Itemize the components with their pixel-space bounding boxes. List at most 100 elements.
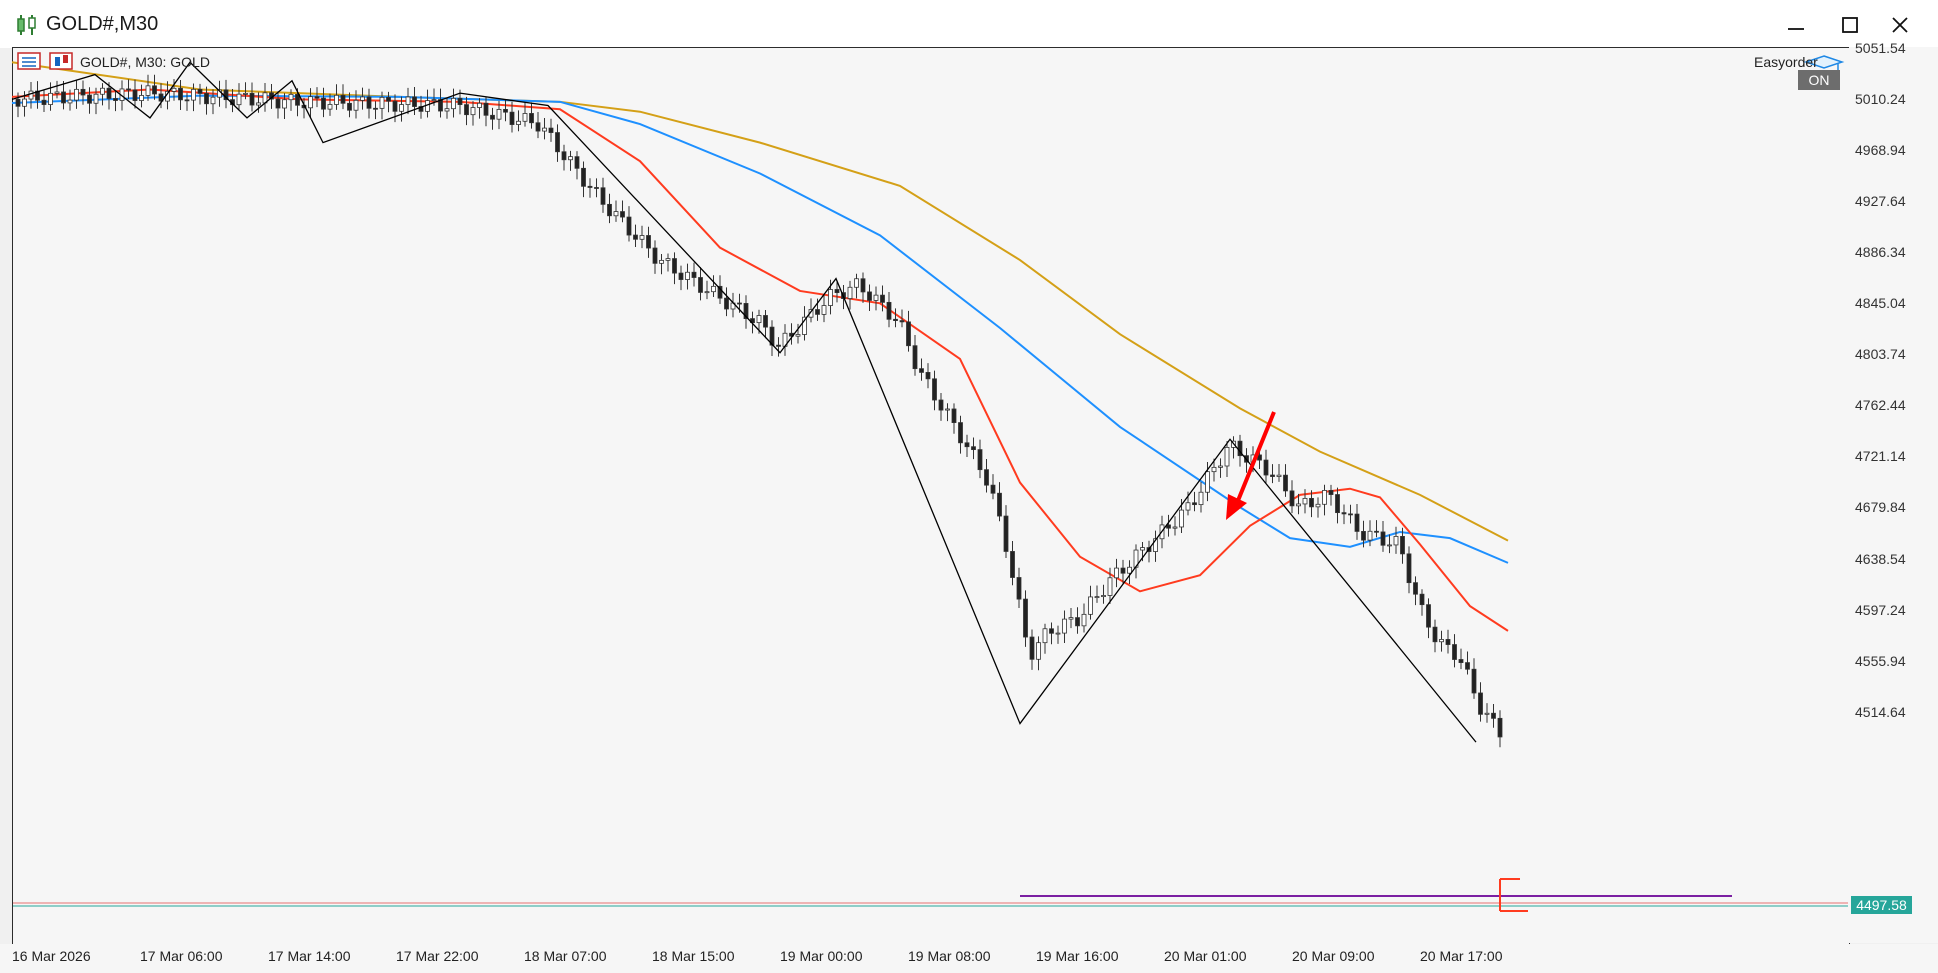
- price-label: 4514.64: [1855, 703, 1906, 720]
- price-label: 4886.34: [1855, 244, 1906, 261]
- candle: [1426, 598, 1431, 639]
- candle: [574, 151, 580, 180]
- time-label: 19 Mar 08:00: [908, 948, 991, 964]
- time-label: 20 Mar 01:00: [1164, 948, 1247, 964]
- candle: [743, 295, 749, 329]
- candle: [1335, 487, 1340, 524]
- candle: [1484, 703, 1490, 723]
- candle: [425, 89, 430, 118]
- candle: [1088, 585, 1093, 620]
- candle: [535, 112, 541, 139]
- candle: [1341, 504, 1347, 525]
- zigzag-line: [11, 61, 1477, 743]
- candle: [724, 287, 729, 317]
- candle: [321, 87, 326, 118]
- candle: [561, 144, 567, 171]
- candle: [906, 310, 911, 352]
- candle: [204, 86, 209, 115]
- candle: [919, 358, 924, 381]
- candle: [1003, 505, 1009, 558]
- candle: [152, 74, 157, 100]
- price-label: 5010.24: [1855, 91, 1906, 108]
- candle: [54, 80, 60, 99]
- candle: [789, 323, 794, 345]
- candle: [685, 263, 690, 290]
- candle: [1270, 464, 1275, 484]
- candle: [360, 87, 365, 110]
- mid-ma-line: [11, 94, 1509, 564]
- zigzag: [11, 61, 1477, 743]
- candle: [698, 267, 703, 301]
- candle: [1465, 651, 1470, 675]
- candle: [997, 482, 1002, 522]
- candle: [1458, 648, 1464, 670]
- symbol-label: GOLD#, M30: GOLD: [80, 54, 210, 70]
- candle: [990, 474, 996, 500]
- candle: [555, 124, 560, 162]
- candle: [971, 437, 976, 460]
- price-label: 4927.64: [1855, 193, 1906, 210]
- ea-toggle-button[interactable]: ON: [1798, 70, 1840, 90]
- candle: [1276, 464, 1282, 482]
- candle: [1016, 567, 1022, 609]
- candle: [1289, 480, 1295, 514]
- candle: [1218, 458, 1223, 478]
- candle: [912, 334, 918, 376]
- candle: [1029, 629, 1035, 670]
- candle: [659, 253, 664, 275]
- price-label: 4679.84: [1855, 499, 1906, 516]
- candle: [405, 87, 411, 115]
- candle: [223, 79, 229, 109]
- candle: [35, 81, 40, 109]
- candle: [938, 393, 944, 421]
- price-label: 4845.04: [1855, 295, 1906, 312]
- candle: [113, 91, 118, 112]
- candle: [1387, 534, 1392, 554]
- candle: [867, 284, 872, 311]
- candle: [249, 82, 255, 112]
- candle: [1036, 636, 1041, 671]
- price-label: 4597.24: [1855, 601, 1906, 618]
- candle: [48, 82, 53, 111]
- candle: [1432, 619, 1438, 653]
- candle: [802, 306, 807, 341]
- candle: [886, 292, 892, 328]
- candle: [548, 118, 554, 142]
- candle: [61, 81, 66, 110]
- candle: [984, 458, 989, 493]
- candle: [639, 225, 645, 249]
- time-label: 16 Mar 2026: [12, 948, 91, 964]
- moving-averages: [11, 61, 1509, 632]
- candle: [600, 177, 606, 213]
- candle: [678, 265, 684, 291]
- candle: [1023, 590, 1028, 647]
- candle: [412, 87, 417, 116]
- candle: [1322, 484, 1327, 516]
- candle: [847, 280, 853, 310]
- price-label: 4721.14: [1855, 448, 1906, 465]
- candle: [490, 107, 495, 130]
- candle: [665, 253, 671, 272]
- current-price-tag: 4497.58: [1851, 896, 1912, 914]
- candle: [1094, 585, 1100, 603]
- candle: [366, 88, 372, 119]
- candle: [1348, 504, 1353, 524]
- candle: [672, 252, 677, 285]
- candle: [613, 200, 619, 222]
- candle: [1478, 682, 1483, 722]
- candle: [197, 83, 203, 105]
- candle: [516, 110, 521, 132]
- time-label: 20 Mar 17:00: [1420, 948, 1503, 964]
- candle: [262, 83, 268, 112]
- candle: [392, 94, 398, 123]
- candle: [1042, 623, 1048, 654]
- candle: [691, 262, 697, 287]
- candle: [776, 337, 781, 357]
- candle: [1445, 629, 1451, 654]
- candle: [821, 295, 827, 323]
- candle: [581, 161, 586, 198]
- candle: [893, 308, 898, 328]
- candle: [945, 403, 950, 422]
- candle: [711, 275, 716, 298]
- slow-ma-line: [11, 61, 1509, 542]
